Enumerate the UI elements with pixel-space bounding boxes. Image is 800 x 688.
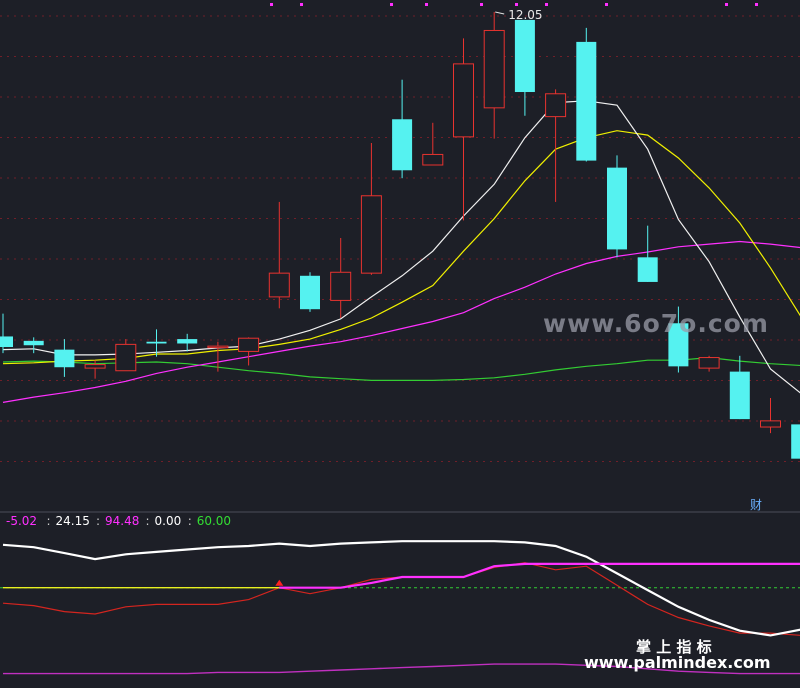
candle-body-down bbox=[392, 119, 413, 171]
candle-body-down bbox=[791, 424, 800, 459]
main-labels: 12.05 财 bbox=[495, 8, 762, 512]
indicator-separator: : bbox=[146, 514, 150, 528]
candlesticks bbox=[0, 12, 800, 459]
candle-body-down bbox=[607, 167, 627, 250]
candle-body-down bbox=[54, 349, 75, 368]
candle-body-up bbox=[238, 337, 260, 352]
candle-body-up bbox=[84, 364, 106, 369]
indicator-value: -5.02 bbox=[6, 514, 37, 528]
indicator-separator: : bbox=[96, 514, 100, 528]
candle-body-down bbox=[0, 336, 13, 348]
candle-body-up bbox=[422, 153, 444, 166]
candle-body-up bbox=[330, 271, 352, 301]
top-tick-mark bbox=[425, 3, 428, 6]
top-tick-mark bbox=[480, 3, 483, 6]
candle-body-down bbox=[576, 41, 597, 161]
top-tick-mark bbox=[300, 3, 303, 6]
indicator-separator: : bbox=[47, 514, 51, 528]
top-tick-mark bbox=[545, 3, 548, 6]
candle-body-down bbox=[23, 340, 44, 346]
candle-body-up bbox=[115, 343, 137, 372]
candle-body-down bbox=[514, 19, 535, 93]
candle-body-down bbox=[729, 371, 750, 420]
main-grid bbox=[0, 3, 800, 513]
stock-chart: 12.05财 -5.02:24.15:94.48:0.00:60.00 www.… bbox=[0, 3, 800, 675]
watermark-mid: www.6o7o.com bbox=[543, 309, 769, 338]
indicator-value: 94.48 bbox=[105, 514, 139, 528]
indicator-value: 60.00 bbox=[197, 514, 231, 528]
candle-body-up bbox=[453, 63, 474, 138]
candle-body-up bbox=[360, 195, 382, 274]
peak-label: 12.05 bbox=[508, 8, 542, 22]
indicator-red-line bbox=[2, 562, 800, 636]
candle-body-up bbox=[268, 272, 290, 298]
watermark-url: www.palmindex.com bbox=[584, 653, 771, 672]
top-tick-mark bbox=[270, 3, 273, 6]
corner-label: 财 bbox=[750, 498, 762, 512]
top-tick-mark bbox=[605, 3, 608, 6]
indicator-separator: : bbox=[188, 514, 192, 528]
peak-pointer bbox=[495, 11, 505, 15]
top-tick-mark bbox=[755, 3, 758, 6]
candle-body-up bbox=[207, 345, 229, 349]
candle-body-down bbox=[637, 257, 658, 282]
chart-stage: 12.05 财 -5.02:24.15:94.48:0.00:60.00 www.… bbox=[0, 0, 800, 688]
indicator-magenta-line bbox=[279, 562, 800, 589]
top-tick-mark bbox=[515, 3, 518, 6]
candle-body-up bbox=[483, 29, 505, 109]
candle-body-up bbox=[698, 357, 720, 369]
candle-body-up bbox=[760, 420, 781, 428]
top-tick-mark bbox=[390, 3, 393, 6]
signal-arrow-icon bbox=[275, 579, 284, 586]
candle-body-down bbox=[146, 341, 167, 344]
watermarks: www.6o7o.com掌 上 指 标www.palmindex.com bbox=[543, 309, 771, 672]
indicator-value: 0.00 bbox=[155, 514, 182, 528]
indicator-value: 24.15 bbox=[56, 514, 90, 528]
candle-body-up bbox=[545, 93, 567, 118]
top-tick-mark bbox=[725, 3, 728, 6]
candle-body-down bbox=[177, 339, 198, 344]
candle-body-down bbox=[300, 275, 320, 310]
